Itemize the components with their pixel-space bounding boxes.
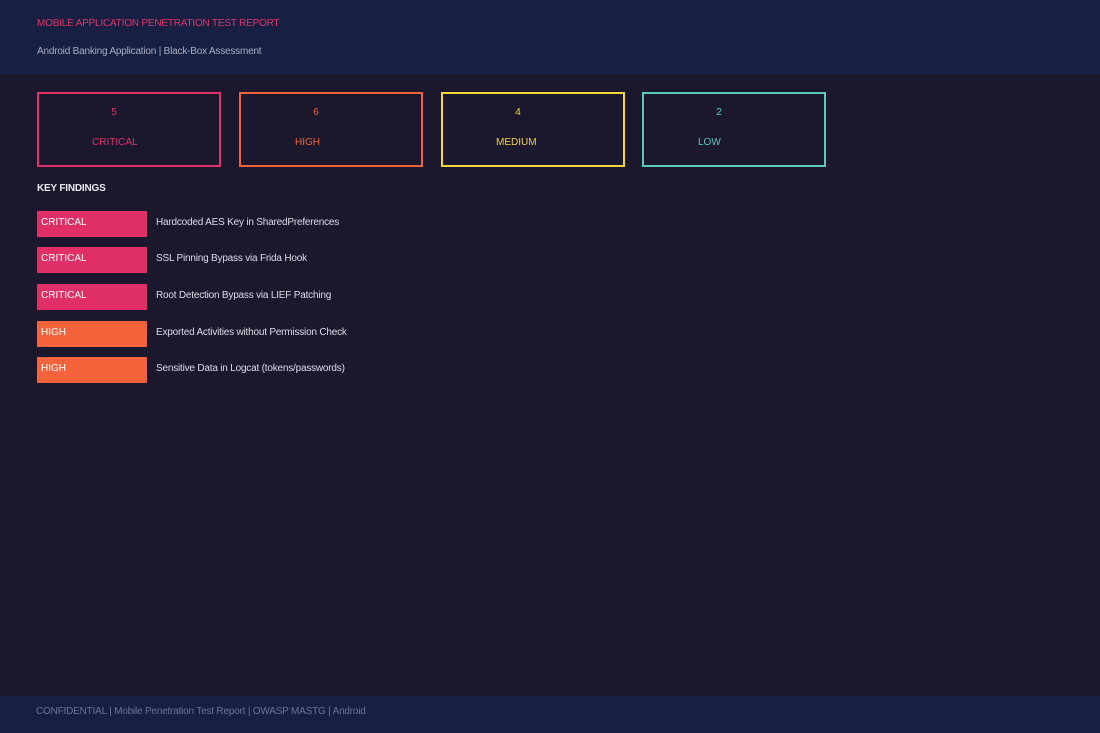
finding-row: HIGH Sensitive Data in Logcat (tokens/pa… bbox=[37, 357, 537, 383]
finding-title: SSL Pinning Bypass via Frida Hook bbox=[156, 253, 307, 264]
summary-count: 6 bbox=[313, 107, 319, 118]
key-findings-heading: KEY FINDINGS bbox=[37, 183, 106, 194]
finding-row: CRITICAL SSL Pinning Bypass via Frida Ho… bbox=[37, 247, 537, 273]
severity-badge: HIGH bbox=[37, 321, 147, 347]
finding-title: Sensitive Data in Logcat (tokens/passwor… bbox=[156, 363, 345, 374]
summary-card-medium: 4 MEDIUM bbox=[441, 92, 625, 167]
report-header: MOBILE APPLICATION PENETRATION TEST REPO… bbox=[0, 0, 1100, 74]
footer-text: CONFIDENTIAL | Mobile Penetration Test R… bbox=[36, 706, 366, 717]
report-footer: CONFIDENTIAL | Mobile Penetration Test R… bbox=[0, 696, 1100, 733]
summary-label: CRITICAL bbox=[92, 137, 138, 148]
severity-badge: CRITICAL bbox=[37, 211, 147, 237]
finding-title: Hardcoded AES Key in SharedPreferences bbox=[156, 217, 340, 228]
summary-card-critical: 5 CRITICAL bbox=[37, 92, 221, 167]
summary-count: 4 bbox=[515, 107, 521, 118]
summary-card-low: 2 LOW bbox=[642, 92, 826, 167]
finding-row: HIGH Exported Activities without Permiss… bbox=[37, 321, 537, 347]
finding-title: Root Detection Bypass via LIEF Patching bbox=[156, 290, 332, 301]
severity-badge: CRITICAL bbox=[37, 284, 147, 310]
finding-row: CRITICAL Hardcoded AES Key in SharedPref… bbox=[37, 211, 537, 237]
summary-label: MEDIUM bbox=[496, 137, 537, 148]
report-title: MOBILE APPLICATION PENETRATION TEST REPO… bbox=[37, 18, 280, 29]
finding-row: CRITICAL Root Detection Bypass via LIEF … bbox=[37, 284, 537, 310]
summary-card-high: 6 HIGH bbox=[239, 92, 423, 167]
summary-count: 5 bbox=[111, 107, 117, 118]
severity-badge: CRITICAL bbox=[37, 247, 147, 273]
summary-label: HIGH bbox=[295, 137, 320, 148]
report-subtitle: Android Banking Application | Black-Box … bbox=[37, 46, 262, 57]
summary-count: 2 bbox=[716, 107, 722, 118]
severity-badge: HIGH bbox=[37, 357, 147, 383]
summary-label: LOW bbox=[698, 137, 721, 148]
finding-title: Exported Activities without Permission C… bbox=[156, 327, 347, 338]
